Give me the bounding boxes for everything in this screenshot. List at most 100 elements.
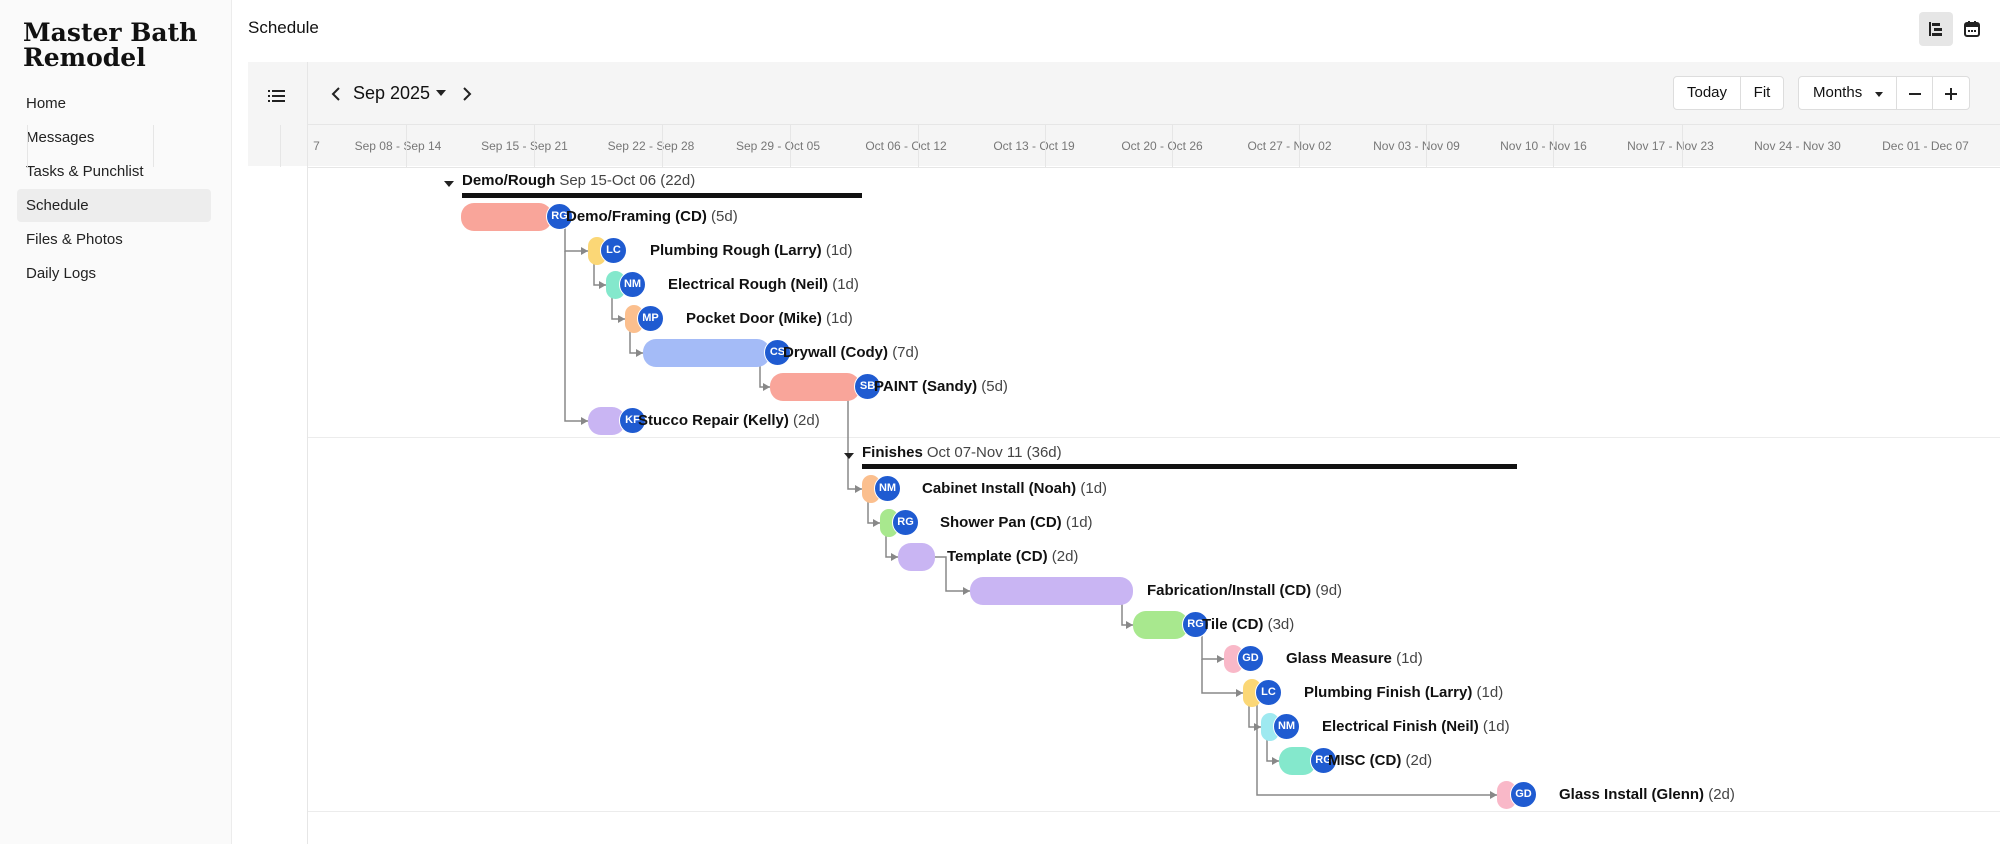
group-name: Demo/Rough bbox=[462, 172, 556, 189]
week-label: 7 bbox=[313, 139, 320, 153]
task-bar[interactable] bbox=[1133, 611, 1188, 639]
task-duration: (1d) bbox=[1065, 514, 1093, 531]
group-label: Finishes Oct 07-Nov 11 (36d) bbox=[862, 444, 1062, 461]
task-name: Drywall (Cody) bbox=[783, 344, 889, 361]
task-label: PAINT (Sandy) (5d) bbox=[874, 378, 1008, 395]
task-name: Plumbing Finish (Larry) bbox=[1304, 684, 1473, 701]
task-duration: (1d) bbox=[832, 276, 859, 293]
assignee-avatar: LC bbox=[600, 237, 627, 264]
nav-item-files[interactable]: Files & Photos bbox=[17, 223, 211, 256]
collapse-arrow-icon[interactable] bbox=[444, 181, 454, 187]
task-duration: (1d) bbox=[1080, 480, 1108, 497]
task-name: Pocket Door (Mike) bbox=[686, 310, 822, 327]
task-bar[interactable] bbox=[770, 373, 860, 401]
task-label: Plumbing Rough (Larry) (1d) bbox=[650, 242, 853, 259]
task-name: Shower Pan (CD) bbox=[940, 514, 1062, 531]
group-divider bbox=[308, 811, 2000, 812]
week-label: Sep 22 - Sep 28 bbox=[607, 139, 695, 153]
task-label: Electrical Finish (Neil) (1d) bbox=[1322, 718, 1510, 735]
chevron-left-icon[interactable] bbox=[327, 84, 347, 104]
task-duration: (2d) bbox=[1708, 786, 1735, 803]
week-divider bbox=[280, 125, 281, 167]
task-label: Template (CD) (2d) bbox=[947, 548, 1078, 565]
task-bar[interactable] bbox=[461, 203, 552, 231]
week-divider bbox=[153, 125, 154, 167]
week-divider bbox=[27, 125, 28, 167]
assignee-avatar: NM bbox=[1273, 713, 1300, 740]
gantt-icon bbox=[1929, 22, 1942, 36]
task-duration: (1d) bbox=[1476, 684, 1504, 701]
task-label: Plumbing Finish (Larry) (1d) bbox=[1304, 684, 1503, 701]
week-divider bbox=[1426, 125, 1427, 167]
task-bar[interactable] bbox=[898, 543, 935, 571]
task-duration: (5d) bbox=[711, 208, 738, 225]
plus-icon bbox=[1945, 88, 1957, 100]
fit-button[interactable]: Fit bbox=[1740, 76, 1784, 110]
task-label: Glass Install (Glenn) (2d) bbox=[1559, 786, 1735, 803]
task-label: Cabinet Install (Noah) (1d) bbox=[922, 480, 1107, 497]
gantt-view-button[interactable] bbox=[1919, 12, 1953, 46]
group-summary-bar bbox=[862, 464, 1517, 469]
collapse-arrow-icon[interactable] bbox=[844, 453, 854, 459]
dependency-arrowhead bbox=[855, 485, 862, 493]
assignee-avatar: MP bbox=[637, 305, 664, 332]
task-label: Tile (CD) (3d) bbox=[1202, 616, 1294, 633]
month-picker[interactable]: Sep 2025 bbox=[353, 83, 430, 104]
task-name: Stucco Repair (Kelly) bbox=[638, 412, 789, 429]
nav-item-messages[interactable]: Messages bbox=[17, 121, 211, 154]
week-label: Nov 17 - Nov 23 bbox=[1627, 139, 1714, 153]
week-label: Oct 13 - Oct 19 bbox=[993, 139, 1075, 153]
calendar-view-button[interactable] bbox=[1955, 12, 1989, 46]
task-name: MISC (CD) bbox=[1328, 752, 1402, 769]
task-label: Stucco Repair (Kelly) (2d) bbox=[638, 412, 820, 429]
dependency-arrowhead bbox=[1126, 621, 1133, 629]
zoom-in-button[interactable] bbox=[1932, 76, 1970, 110]
week-label: Oct 27 - Nov 02 bbox=[1247, 139, 1332, 153]
week-divider bbox=[1299, 125, 1300, 167]
task-name: Demo/Framing (CD) bbox=[566, 208, 707, 225]
minus-icon bbox=[1909, 93, 1921, 95]
task-bar[interactable] bbox=[643, 339, 770, 367]
group-divider bbox=[308, 437, 2000, 438]
week-divider bbox=[918, 125, 919, 167]
dependency-arrowhead bbox=[599, 281, 606, 289]
nav-item-home[interactable]: Home bbox=[17, 87, 211, 120]
week-label: Dec 01 - Dec 07 bbox=[1882, 139, 1969, 153]
task-name: Template (CD) bbox=[947, 548, 1048, 565]
week-label: Nov 03 - Nov 09 bbox=[1373, 139, 1460, 153]
caret-down-icon bbox=[1875, 92, 1883, 97]
week-label: Sep 15 - Sep 21 bbox=[481, 139, 568, 153]
dependency-arrowhead bbox=[1217, 655, 1224, 663]
week-label: Sep 29 - Oct 05 bbox=[735, 139, 821, 153]
zoom-select[interactable]: Months bbox=[1798, 76, 1897, 110]
task-bar[interactable] bbox=[970, 577, 1133, 605]
task-name: Electrical Rough (Neil) bbox=[668, 276, 829, 293]
nav-item-daily-logs[interactable]: Daily Logs bbox=[17, 257, 211, 290]
page-title: Schedule bbox=[248, 18, 319, 37]
week-label: Nov 10 - Nov 16 bbox=[1500, 139, 1587, 153]
group-name: Finishes bbox=[862, 444, 923, 461]
gutter-divider bbox=[307, 62, 308, 844]
dependency-arrowhead bbox=[873, 519, 880, 527]
task-label: Pocket Door (Mike) (1d) bbox=[686, 310, 853, 327]
assignee-avatar: RG bbox=[892, 509, 919, 536]
task-label: Drywall (Cody) (7d) bbox=[783, 344, 919, 361]
list-toggle-button[interactable] bbox=[265, 84, 289, 108]
zoom-out-button[interactable] bbox=[1896, 76, 1933, 110]
task-name: PAINT (Sandy) bbox=[874, 378, 978, 395]
nav-item-tasks[interactable]: Tasks & Punchlist bbox=[17, 155, 211, 188]
caret-down-icon[interactable] bbox=[434, 86, 448, 100]
chevron-right-icon[interactable] bbox=[456, 84, 476, 104]
task-name: Glass Measure bbox=[1286, 650, 1392, 667]
sidebar: Master Bath Remodel Home Messages Tasks … bbox=[0, 0, 232, 844]
list-icon bbox=[268, 90, 285, 102]
task-duration: (5d) bbox=[981, 378, 1008, 395]
task-label: Demo/Framing (CD) (5d) bbox=[566, 208, 738, 225]
week-divider bbox=[1172, 125, 1173, 167]
nav-item-schedule[interactable]: Schedule bbox=[17, 189, 211, 222]
task-label: Electrical Rough (Neil) (1d) bbox=[668, 276, 859, 293]
task-label: Shower Pan (CD) (1d) bbox=[940, 514, 1093, 531]
task-duration: (2d) bbox=[1051, 548, 1079, 565]
task-duration: (3d) bbox=[1267, 616, 1295, 633]
today-button[interactable]: Today bbox=[1673, 76, 1741, 110]
